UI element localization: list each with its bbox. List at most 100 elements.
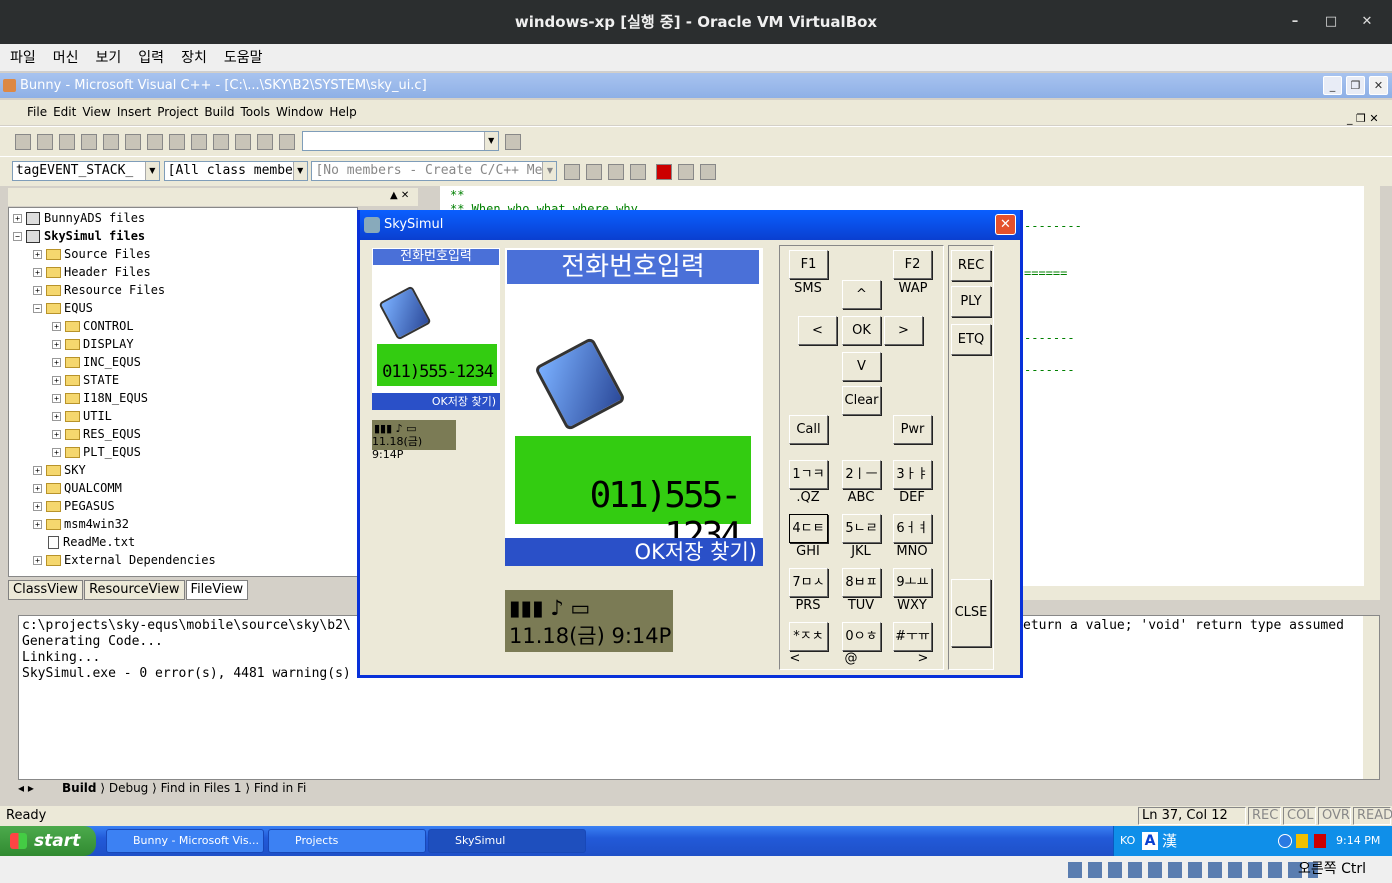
- key-hash[interactable]: #ㅜㅠ: [893, 622, 932, 651]
- key-3[interactable]: 3ㅏㅑ: [893, 460, 932, 489]
- filter-combo[interactable]: [All class members] ▼: [163, 161, 308, 181]
- key-clear[interactable]: Clear: [842, 386, 881, 415]
- expand-toggle-icon[interactable]: +: [52, 340, 61, 349]
- expand-toggle-icon[interactable]: +: [33, 250, 42, 259]
- key-2[interactable]: 2ㅣㅡ: [842, 460, 881, 489]
- tree-item[interactable]: + UTIL: [52, 407, 112, 425]
- copy-icon[interactable]: [124, 134, 141, 150]
- ime-a-icon[interactable]: A: [1142, 832, 1158, 850]
- expand-toggle-icon[interactable]: +: [33, 556, 42, 565]
- tree-item[interactable]: + QUALCOMM: [33, 479, 122, 497]
- tree-item[interactable]: + Source Files: [33, 245, 151, 263]
- wizard-action-icon[interactable]: [564, 164, 581, 180]
- host-menu-devices[interactable]: 장치: [174, 44, 214, 72]
- skysimul-close-icon[interactable]: ✕: [995, 214, 1016, 235]
- menu-build[interactable]: Build: [201, 100, 237, 125]
- task-projects[interactable]: Projects: [268, 829, 426, 853]
- tree-item[interactable]: − EQUS: [33, 299, 93, 317]
- expand-toggle-icon[interactable]: +: [33, 466, 42, 475]
- host-menu-input[interactable]: 입력: [131, 44, 171, 72]
- stop-build-icon[interactable]: [630, 164, 647, 180]
- compile-icon[interactable]: [586, 164, 603, 180]
- tab-fileview[interactable]: FileView: [185, 580, 249, 600]
- minimize-icon[interactable]: –: [1285, 12, 1305, 32]
- cut-icon[interactable]: [102, 134, 119, 150]
- task-skysimul[interactable]: SkySimul: [428, 829, 586, 853]
- menu-edit[interactable]: Edit: [50, 100, 79, 125]
- output-vscrollbar[interactable]: [1363, 616, 1379, 779]
- expand-toggle-icon[interactable]: +: [13, 214, 22, 223]
- clse-button[interactable]: CLSE: [951, 579, 991, 647]
- expand-toggle-icon[interactable]: +: [52, 376, 61, 385]
- vc-restore-icon[interactable]: ❐: [1346, 76, 1365, 95]
- tray-shield-icon[interactable]: [1296, 834, 1308, 848]
- rec-button[interactable]: REC: [951, 250, 991, 281]
- tree-item[interactable]: + SKY: [33, 461, 86, 479]
- output-icon[interactable]: [234, 134, 251, 150]
- members-combo[interactable]: [No members - Create C/C++ Memb ▼: [311, 161, 558, 181]
- expand-toggle-icon[interactable]: −: [13, 232, 22, 241]
- editor-hscrollbar[interactable]: [980, 586, 1380, 600]
- redo-icon[interactable]: [190, 134, 207, 150]
- expand-toggle-icon[interactable]: +: [52, 412, 61, 421]
- tree-item[interactable]: + INC_EQUS: [52, 353, 141, 371]
- tree-item[interactable]: ReadMe.txt: [33, 533, 135, 551]
- tree-item[interactable]: + STATE: [52, 371, 119, 389]
- key-5[interactable]: 5ㄴㄹ: [842, 514, 881, 543]
- find-combo[interactable]: ▼: [301, 131, 499, 151]
- tray-lang[interactable]: KO: [1120, 826, 1135, 856]
- menu-insert[interactable]: Insert: [114, 100, 154, 125]
- tree-item[interactable]: + CONTROL: [52, 317, 134, 335]
- expand-toggle-icon[interactable]: +: [52, 448, 61, 457]
- key-6[interactable]: 6ㅓㅕ: [893, 514, 932, 543]
- key-7[interactable]: 7ㅁㅅ: [789, 568, 828, 597]
- tray-network-icon[interactable]: [1278, 834, 1292, 848]
- menu-file[interactable]: File: [24, 100, 50, 125]
- tree-item[interactable]: + RES_EQUS: [52, 425, 141, 443]
- expand-toggle-icon[interactable]: +: [33, 502, 42, 511]
- tree-item[interactable]: + External Dependencies: [33, 551, 216, 569]
- menu-window[interactable]: Window: [273, 100, 326, 125]
- tab-classview[interactable]: ClassView: [8, 580, 84, 600]
- tree-item[interactable]: + DISPLAY: [52, 335, 134, 353]
- key-ok[interactable]: OK: [842, 316, 881, 345]
- vc-close-icon[interactable]: ✕: [1369, 76, 1388, 95]
- ply-button[interactable]: PLY: [951, 286, 991, 317]
- host-menu-machine[interactable]: 머신: [46, 44, 86, 72]
- start-button[interactable]: start: [0, 826, 96, 856]
- key-right[interactable]: >: [884, 316, 923, 345]
- save-all-icon[interactable]: [80, 134, 97, 150]
- menu-help[interactable]: Help: [326, 100, 359, 125]
- host-menu-help[interactable]: 도움말: [217, 44, 270, 72]
- class-combo[interactable]: tagEVENT_STACK_ ▼: [11, 161, 160, 181]
- key-0[interactable]: 0ㅇㅎ: [842, 622, 881, 651]
- hand-icon[interactable]: [700, 164, 717, 180]
- menu-tools[interactable]: Tools: [237, 100, 273, 125]
- key-left[interactable]: <: [798, 316, 837, 345]
- key-f2[interactable]: F2: [893, 250, 932, 279]
- expand-toggle-icon[interactable]: +: [33, 520, 42, 529]
- tree-item[interactable]: + I18N_EQUS: [52, 389, 148, 407]
- expand-toggle-icon[interactable]: +: [52, 358, 61, 367]
- tab-debug[interactable]: Debug: [109, 781, 148, 795]
- execute-icon[interactable]: [656, 164, 673, 180]
- save-icon[interactable]: [58, 134, 75, 150]
- tray-security-icon[interactable]: [1314, 834, 1326, 848]
- maximize-icon[interactable]: □: [1321, 12, 1341, 32]
- expand-toggle-icon[interactable]: +: [33, 286, 42, 295]
- new-file-icon[interactable]: [14, 134, 31, 150]
- tab-find-in-files-1[interactable]: Find in Files 1: [161, 781, 242, 795]
- menu-project[interactable]: Project: [154, 100, 201, 125]
- key-up[interactable]: ^: [842, 280, 881, 309]
- key-4[interactable]: 4ㄷㅌ: [789, 514, 828, 543]
- pane-close-icon[interactable]: ▲ ✕: [390, 190, 409, 201]
- paste-icon[interactable]: [146, 134, 163, 150]
- menu-view[interactable]: View: [79, 100, 113, 125]
- build-icon[interactable]: [608, 164, 625, 180]
- tab-build[interactable]: Build: [62, 781, 97, 795]
- insert-breakpoint-icon[interactable]: [678, 164, 695, 180]
- expand-toggle-icon[interactable]: +: [52, 394, 61, 403]
- key-8[interactable]: 8ㅂㅍ: [842, 568, 881, 597]
- ime-han-icon[interactable]: 漢: [1162, 826, 1177, 856]
- find-in-files-icon[interactable]: [278, 134, 295, 150]
